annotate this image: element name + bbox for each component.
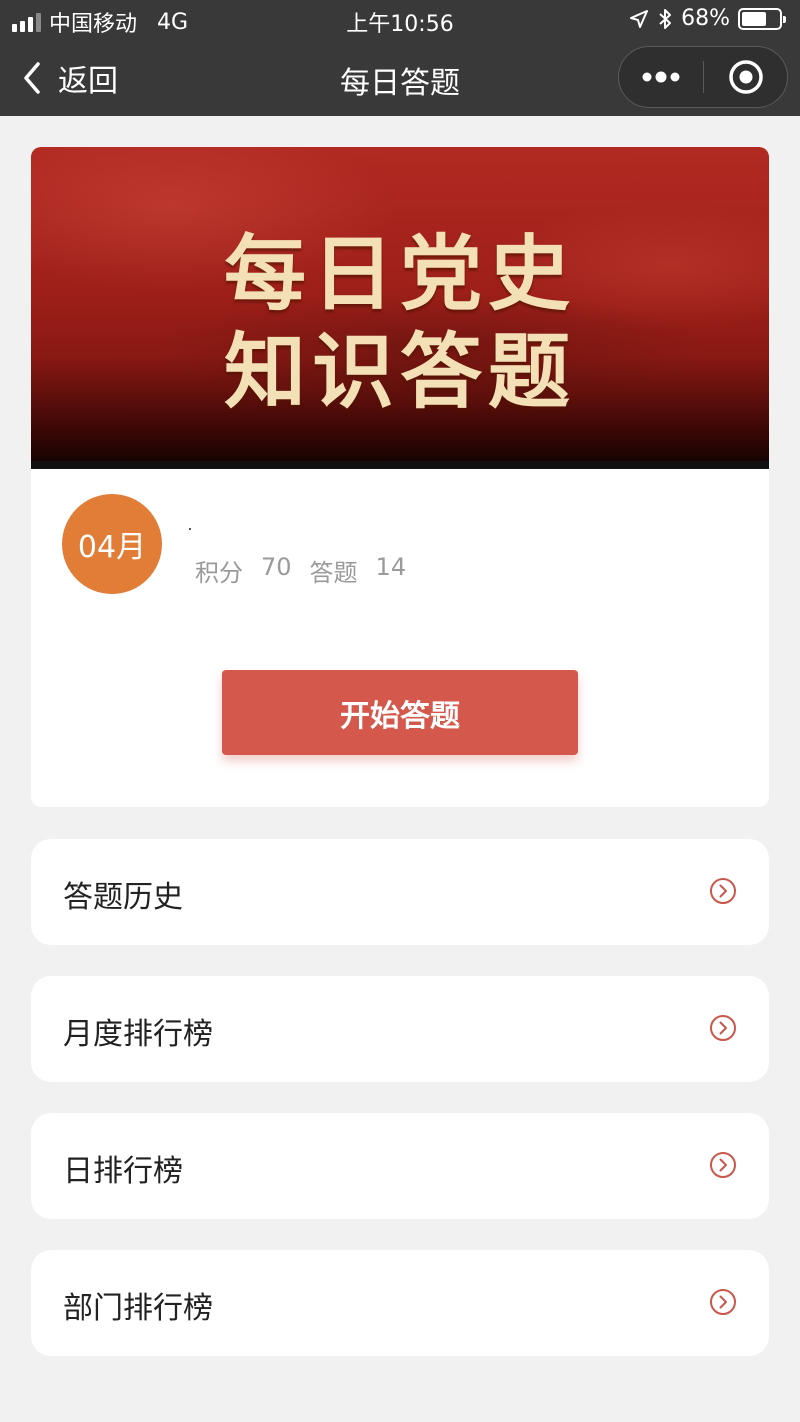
battery-fill [742,11,767,26]
menu-item-label: 答题历史 [63,880,183,915]
status-bar: 中国移动 4G 上午10:56 68% [0,0,800,40]
battery-icon [738,7,786,30]
score-label: 积分 [195,559,243,587]
chevron-right-circle-icon [710,878,736,904]
menu-item-daily-ranking[interactable]: 日排行榜 [31,1113,769,1219]
banner-image: 每日党史 知识答题 [31,147,769,469]
chevron-right-circle-icon [710,1289,736,1315]
more-button[interactable] [619,47,703,107]
start-quiz-button[interactable]: 开始答题 [222,670,578,755]
chevron-right-circle-icon [710,1152,736,1178]
chevron-right-circle-icon [710,1015,736,1041]
menu-item-department-ranking[interactable]: 部门排行榜 [31,1250,769,1356]
quiz-card: 每日党史 知识答题 04月 积分 70 答题 14 开始答题 [31,147,769,807]
target-icon [729,60,763,94]
top-bar: 中国移动 4G 上午10:56 68% 返回 每日答题 [0,0,800,116]
capsule-menu [618,46,788,108]
answered-value: 14 [375,553,407,581]
banner-line-2: 知识答题 [223,324,576,420]
month-badge: 04月 [62,494,162,594]
menu-item-label: 日排行榜 [63,1154,183,1189]
navigation-bar: 返回 每日答题 [0,40,800,116]
username-placeholder [189,528,191,530]
location-icon [630,9,649,28]
answered-label: 答题 [309,559,358,587]
banner-bottom-edge [31,461,769,469]
close-miniprogram-button[interactable] [704,47,788,107]
menu-item-monthly-ranking[interactable]: 月度排行榜 [31,976,769,1082]
user-stats: 积分 70 答题 14 [195,553,406,588]
more-icon [642,71,680,83]
score-value: 70 [261,553,292,581]
menu-item-label: 月度排行榜 [63,1017,213,1052]
battery-percent: 68% [681,6,730,31]
status-right: 68% [629,6,786,31]
menu-item-history[interactable]: 答题历史 [31,839,769,945]
bluetooth-icon [659,8,672,29]
menu-item-label: 部门排行榜 [63,1291,213,1326]
